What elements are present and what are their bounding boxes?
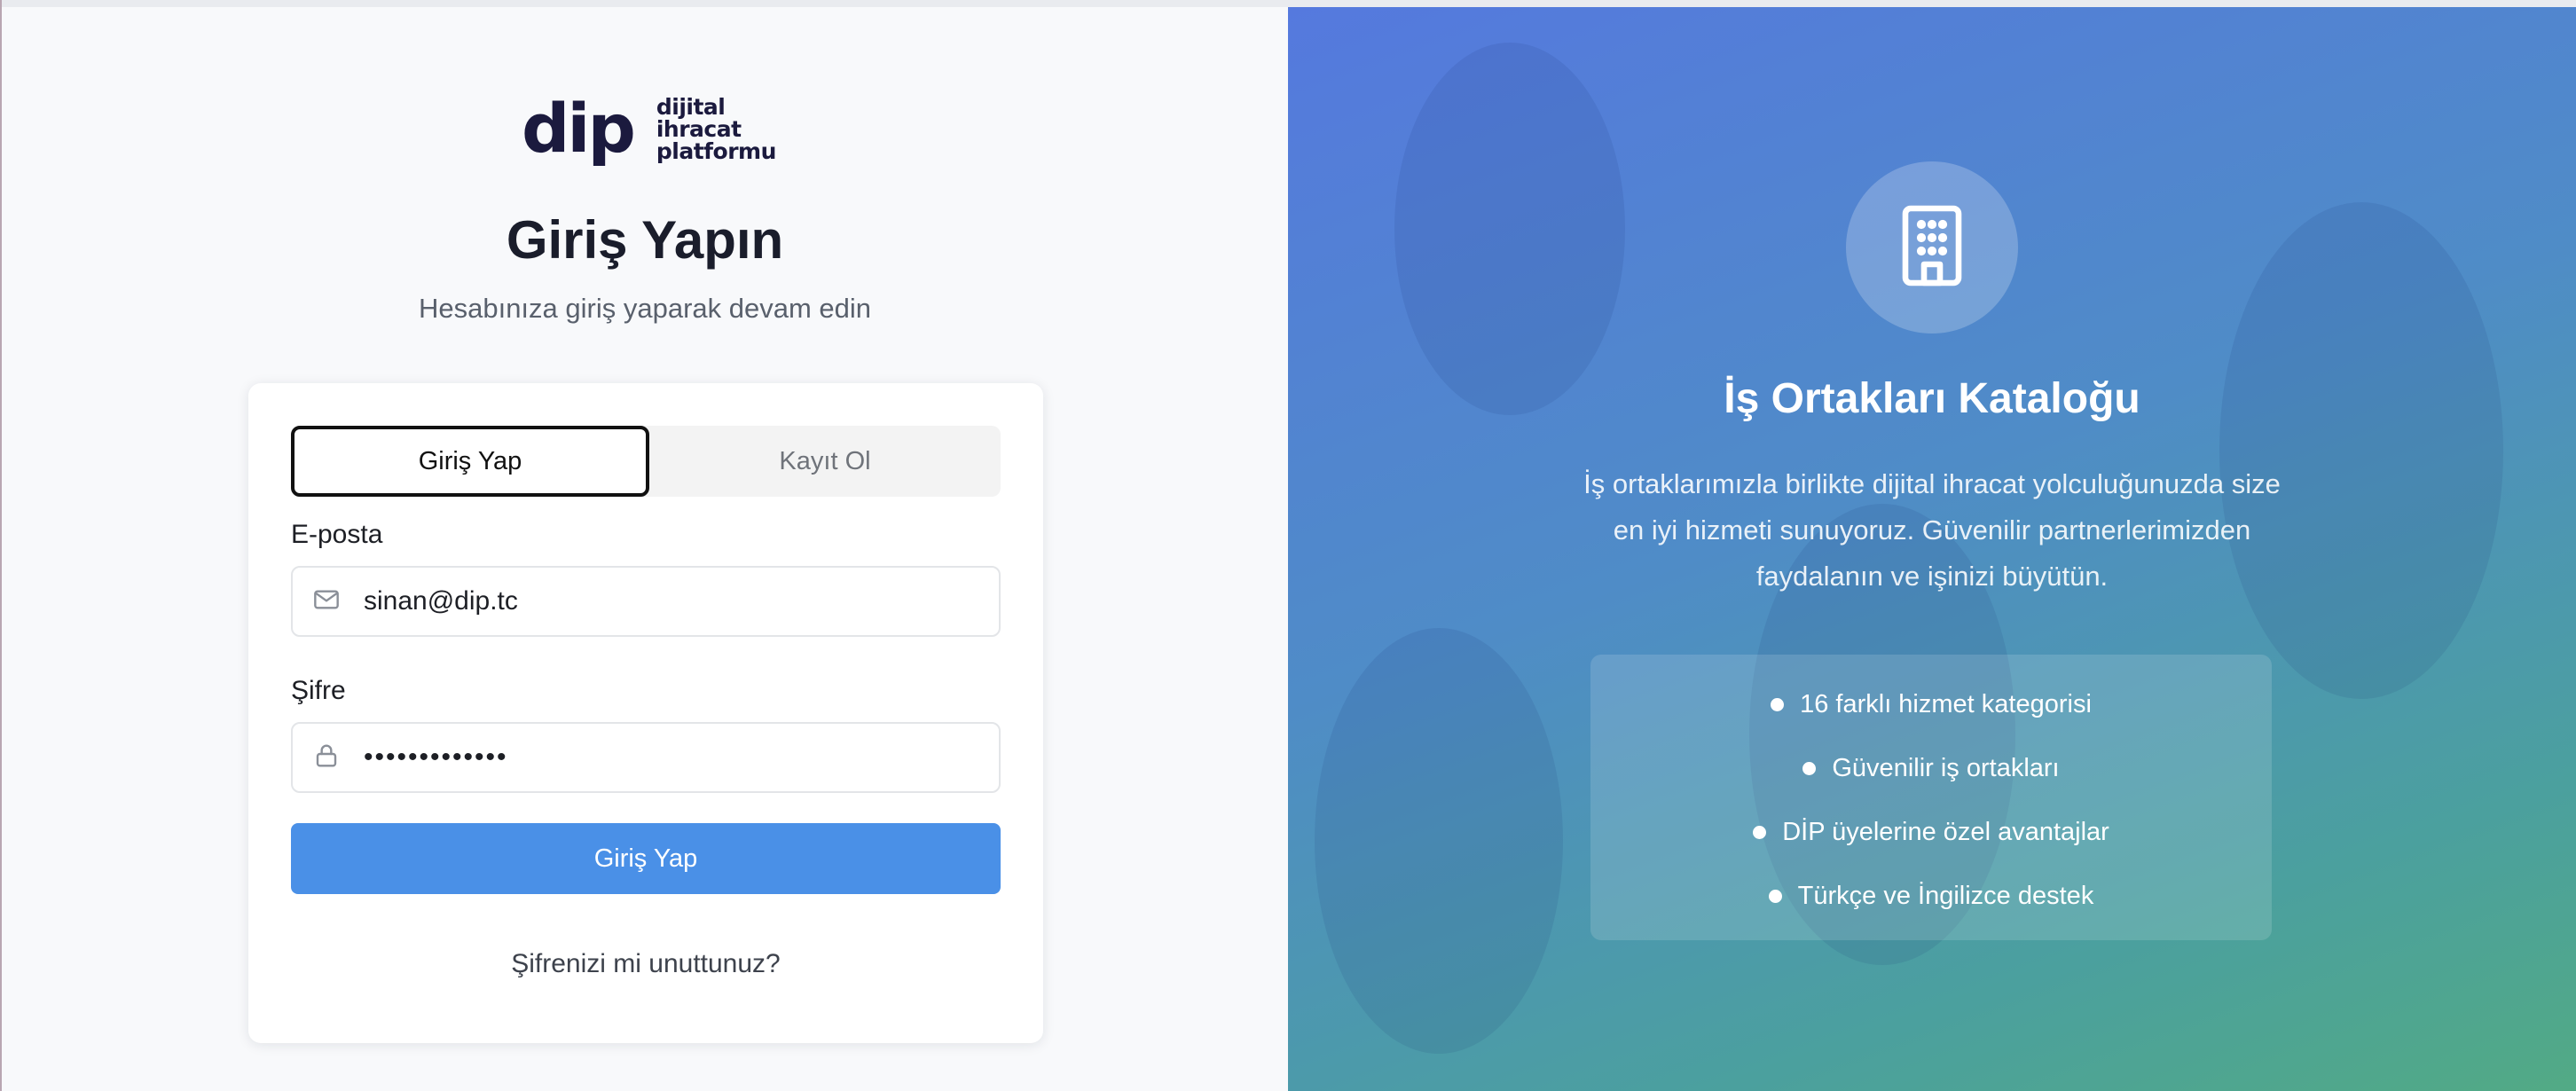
feature-text: DİP üyelerine özel avantajlar xyxy=(1782,817,2109,846)
tab-login[interactable]: Giriş Yap xyxy=(291,426,649,497)
bullet-icon xyxy=(1771,697,1785,711)
bullet-icon xyxy=(1802,761,1817,775)
feature-list: 16 farklı hizmet kategorisi Güvenilir iş… xyxy=(1590,655,2272,940)
background-photo-shape xyxy=(1315,628,1563,1054)
bullet-icon xyxy=(1768,889,1782,903)
page-subtitle: Hesabınıza giriş yaparak devam edin xyxy=(418,293,872,324)
window-top-bar xyxy=(0,0,2576,7)
feature-text: 16 farklı hizmet kategorisi xyxy=(1800,689,2092,718)
logo-line: dijital xyxy=(656,93,726,120)
tab-register[interactable]: Kayıt Ol xyxy=(646,426,1004,497)
list-item: Güvenilir iş ortakları xyxy=(1590,750,2272,786)
background-photo-shape xyxy=(2219,202,2503,699)
list-item: 16 farklı hizmet kategorisi xyxy=(1590,687,2272,722)
email-label: E-posta xyxy=(291,520,383,549)
promo-panel: İş Ortakları Kataloğu İş ortaklarımızla … xyxy=(1288,7,2576,1091)
feature-text: Türkçe ve İngilizce destek xyxy=(1797,881,2094,910)
login-panel: dip dijital ihracat platformu Giriş Yapı… xyxy=(2,7,1288,1091)
page-title: Giriş Yapın xyxy=(506,210,784,270)
lock-icon xyxy=(312,742,344,773)
list-item: DİP üyelerine özel avantajlar xyxy=(1590,814,2272,850)
forgot-password-link[interactable]: Şifrenizi mi unuttunuz? xyxy=(248,949,1043,979)
password-field[interactable] xyxy=(291,722,1001,793)
mail-icon xyxy=(312,585,344,617)
dip-logo: dip dijital ihracat platformu xyxy=(522,89,776,169)
login-submit-button[interactable]: Giriş Yap xyxy=(291,823,1001,894)
email-input[interactable] xyxy=(364,586,967,616)
bullet-icon xyxy=(1753,825,1767,839)
password-label: Şifre xyxy=(291,676,346,705)
login-card: Giriş Yap Kayıt Ol E-posta Şifre xyxy=(248,383,1043,1043)
logo-wordmark: dijital ihracat platformu xyxy=(656,93,777,164)
promo-title: İş Ortakları Kataloğu xyxy=(1724,375,2140,422)
background-photo-shape xyxy=(1394,43,1625,415)
building-icon-circle xyxy=(1846,161,2018,334)
email-field[interactable] xyxy=(291,566,1001,637)
logo-mark: dip xyxy=(522,89,636,168)
password-input[interactable] xyxy=(364,742,967,773)
building-icon xyxy=(1895,203,1969,293)
promo-description: İş ortaklarımızla birlikte dijital ihrac… xyxy=(1583,468,2281,592)
logo-line: platformu xyxy=(656,137,777,164)
logo-line: ihracat xyxy=(656,115,742,142)
feature-text: Güvenilir iş ortakları xyxy=(1832,753,2060,782)
auth-tabs: Giriş Yap Kayıt Ol xyxy=(291,426,1001,497)
list-item: Türkçe ve İngilizce destek xyxy=(1590,878,2272,914)
